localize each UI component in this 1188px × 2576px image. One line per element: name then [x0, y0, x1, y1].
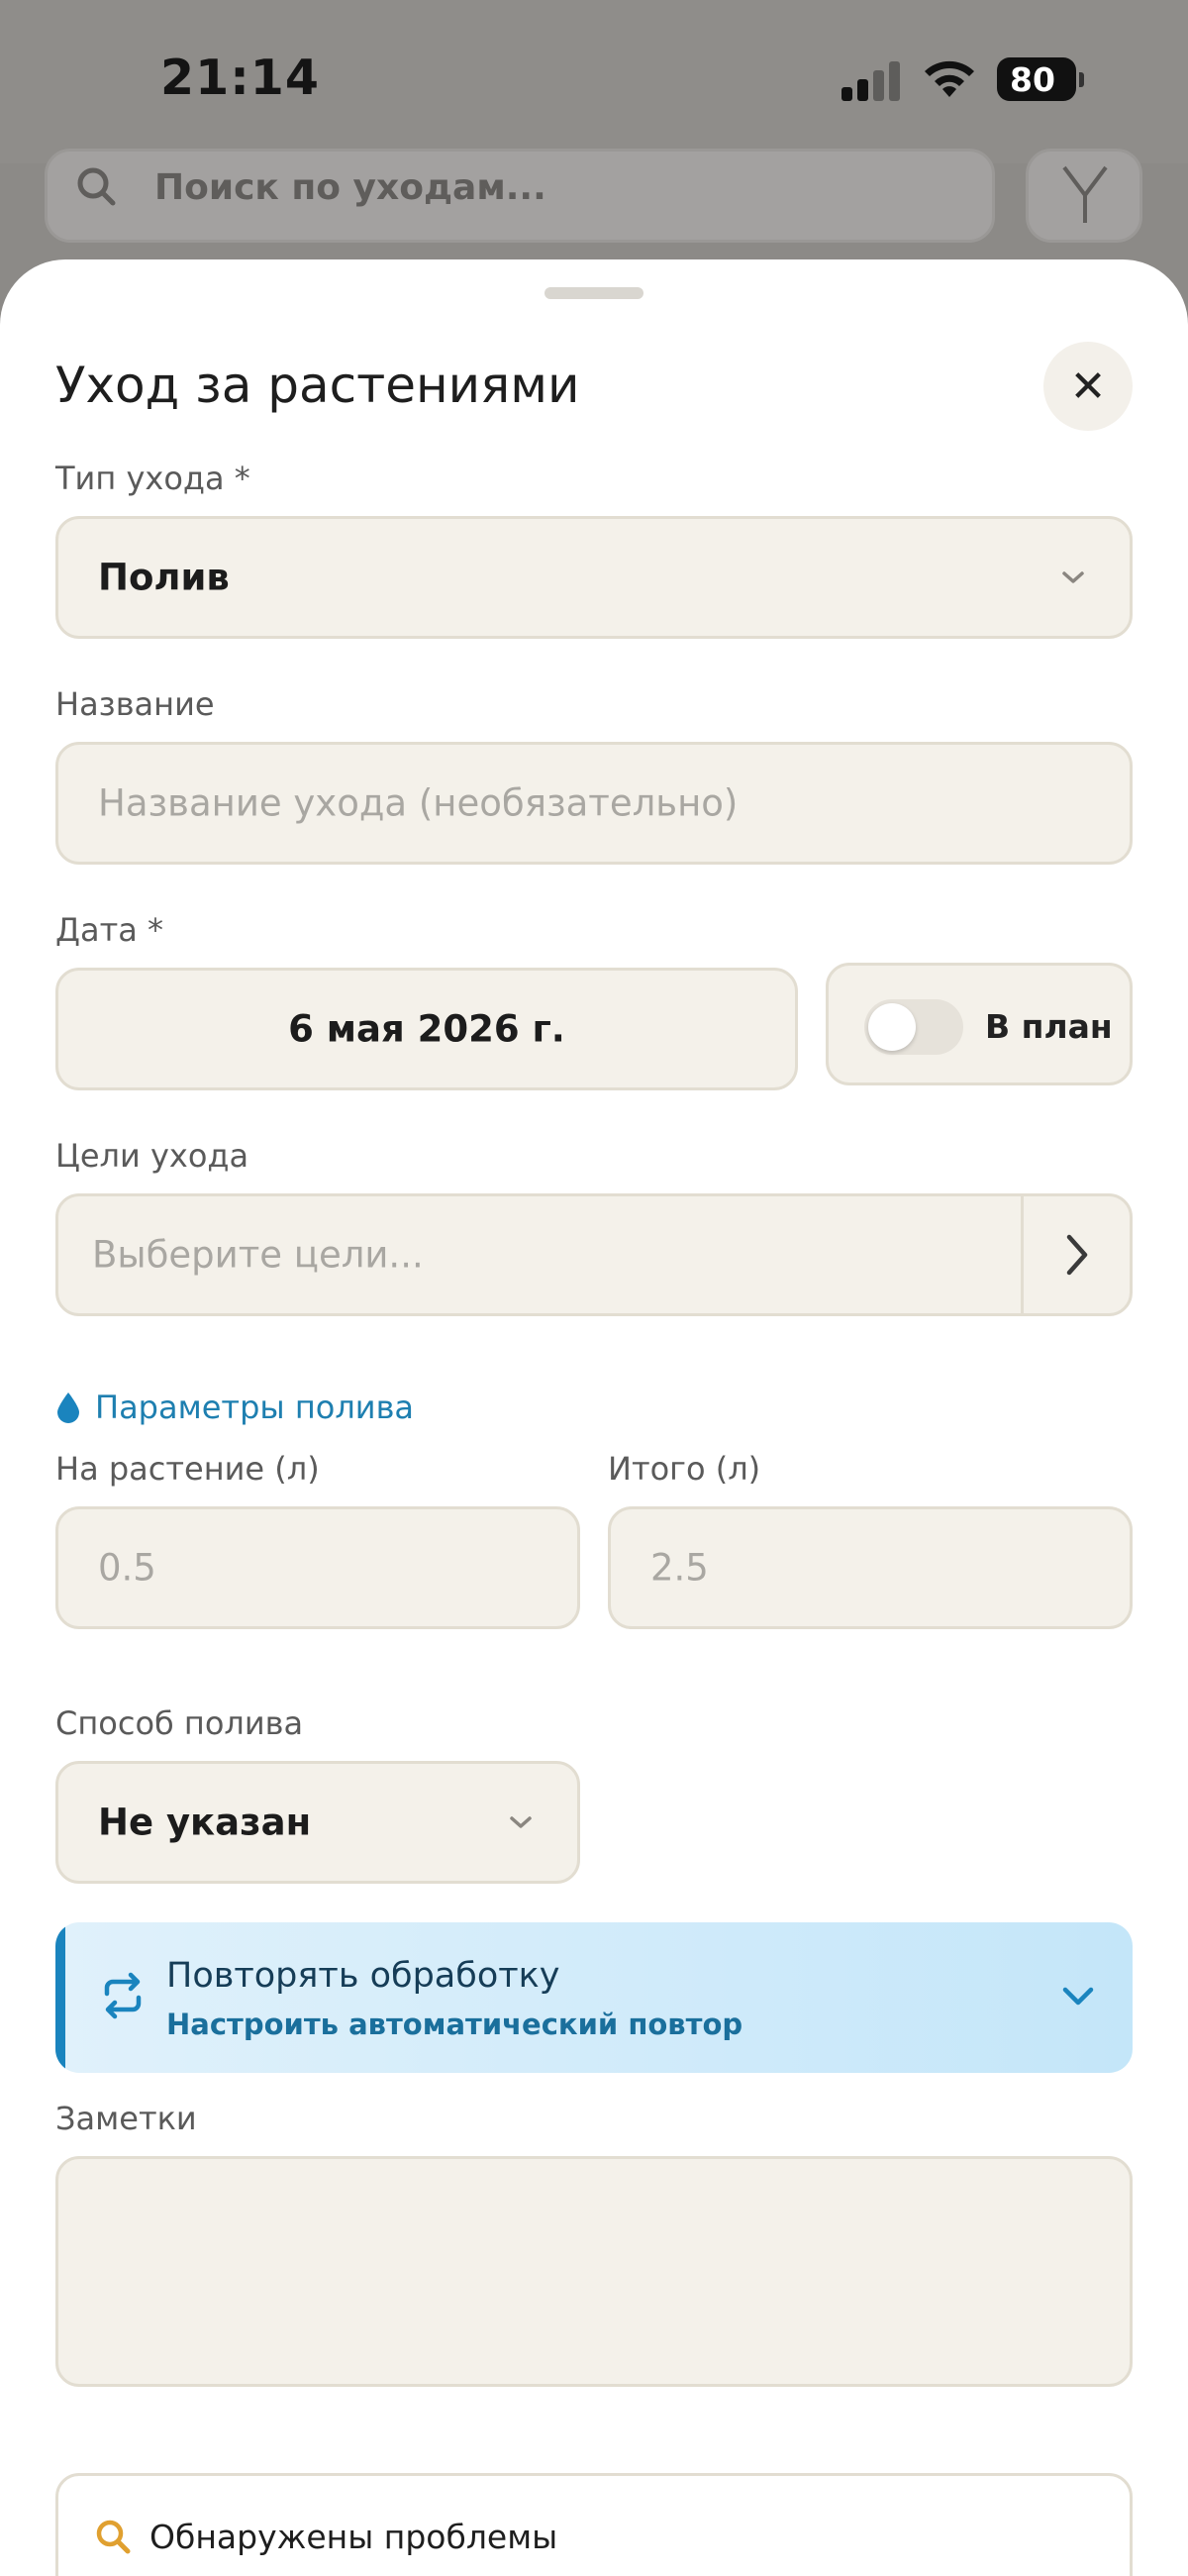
name-input[interactable]: Название ухода (необязательно)	[55, 742, 1133, 865]
problems-title: Обнаружены проблемы	[149, 2518, 558, 2556]
magnifier-icon	[96, 2520, 131, 2554]
battery-level: 80	[1010, 59, 1055, 99]
status-bar: 21:14 80	[0, 0, 1188, 163]
cellular-signal-icon	[842, 61, 905, 101]
name-label: Название	[55, 685, 215, 723]
toggle-knob	[868, 1003, 916, 1051]
per-plant-label: На растение (л)	[55, 1450, 320, 1488]
watering-section-title: Параметры полива	[95, 1389, 415, 1426]
chevron-down-icon	[510, 1816, 532, 1828]
goals-label: Цели ухода	[55, 1137, 249, 1175]
close-button[interactable]: ✕	[1043, 342, 1133, 431]
status-time: 21:14	[160, 50, 320, 106]
repeat-title: Повторять обработку	[166, 1956, 560, 1996]
problems-detected-card[interactable]: Обнаружены проблемы	[55, 2473, 1133, 2576]
sheet-grabber[interactable]	[544, 287, 644, 299]
battery-icon: 80	[997, 57, 1084, 101]
goals-placeholder: Выберите цели...	[92, 1233, 424, 1277]
chevron-right-icon	[1066, 1234, 1087, 1276]
per-plant-placeholder: 0.5	[98, 1546, 156, 1590]
total-label: Итого (л)	[608, 1450, 761, 1488]
name-placeholder: Название ухода (необязательно)	[98, 781, 739, 825]
background-search-input: Поиск по уходам...	[45, 149, 995, 243]
close-icon: ✕	[1069, 361, 1107, 412]
goals-open-button[interactable]	[1021, 1196, 1130, 1313]
repeat-subtitle: Настроить автоматический повтор	[166, 2008, 743, 2041]
date-value: 6 мая 2026 г.	[288, 1007, 565, 1051]
care-type-value: Полив	[98, 556, 230, 599]
watering-method-label: Способ полива	[55, 1704, 304, 1742]
plan-toggle-label: В план	[985, 1007, 1113, 1046]
chevron-down-icon	[1062, 1987, 1094, 2006]
plan-toggle[interactable]	[864, 999, 963, 1055]
banner-accent-bar	[55, 1922, 65, 2073]
sheet-title: Уход за растениями	[55, 357, 580, 414]
chevron-down-icon	[1062, 571, 1084, 583]
watering-method-value: Не указан	[98, 1801, 312, 1844]
per-plant-input[interactable]: 0.5	[55, 1506, 580, 1629]
total-input[interactable]: 2.5	[608, 1506, 1133, 1629]
care-type-select[interactable]: Полив	[55, 516, 1133, 639]
watering-section-header: Параметры полива	[55, 1389, 414, 1426]
repeat-icon	[104, 1972, 142, 2019]
repeat-treatment-toggle[interactable]: Повторять обработку Настроить автоматиче…	[55, 1922, 1133, 2073]
filter-icon	[1062, 165, 1108, 223]
wifi-icon	[925, 60, 974, 97]
total-placeholder: 2.5	[650, 1546, 709, 1590]
plan-toggle-box: В план	[826, 963, 1133, 1085]
notes-label: Заметки	[55, 2100, 197, 2137]
watering-method-select[interactable]: Не указан	[55, 1761, 580, 1884]
notes-textarea[interactable]	[55, 2156, 1133, 2387]
background-filter-button	[1026, 149, 1142, 243]
care-type-label: Тип ухода *	[55, 460, 250, 497]
date-picker[interactable]: 6 мая 2026 г.	[55, 968, 798, 1090]
water-drop-icon	[57, 1392, 79, 1423]
goals-selector[interactable]: Выберите цели...	[55, 1193, 1133, 1316]
search-icon	[77, 167, 116, 206]
date-label: Дата *	[55, 911, 164, 949]
background-search-placeholder: Поиск по уходам...	[154, 167, 546, 208]
